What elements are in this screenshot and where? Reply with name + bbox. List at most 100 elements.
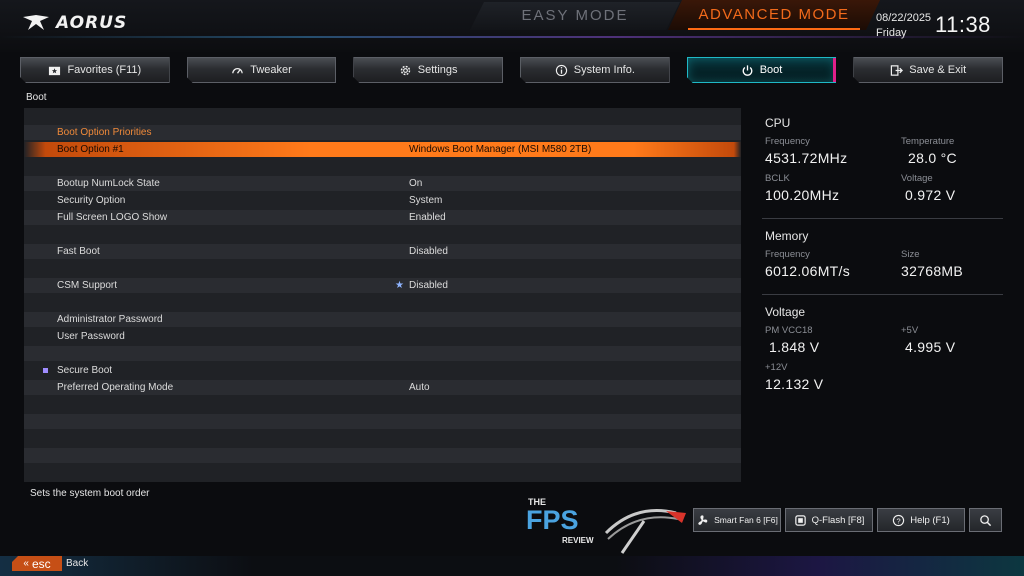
list-row-empty — [24, 227, 741, 242]
date-display: 08/22/2025 Friday — [876, 11, 931, 41]
logo-text: AORUS — [56, 13, 128, 33]
section-divider — [762, 218, 1003, 219]
list-row-empty — [24, 261, 741, 276]
boot-priorities-header: Boot Option Priorities — [24, 125, 741, 140]
star-icon: ★ — [395, 280, 404, 291]
qflash-label: Q-Flash [F8] — [811, 514, 865, 526]
preferred-mode-label: Preferred Operating Mode — [57, 382, 174, 393]
csm-support-value[interactable]: Disabled — [409, 278, 448, 293]
security-option-row[interactable]: Security Option System — [24, 193, 741, 208]
tab-tweaker[interactable]: Tweaker — [187, 57, 337, 83]
help-label: Help (F1) — [910, 514, 950, 526]
memory-frequency-value: 6012.06MT/s — [765, 263, 851, 279]
preferred-mode-value[interactable]: Auto — [409, 380, 430, 395]
clock-time: 11:38 — [935, 12, 991, 37]
list-row-empty — [24, 346, 741, 361]
cpu-section-title: CPU — [765, 116, 791, 130]
section-divider — [762, 294, 1003, 295]
search-button[interactable] — [969, 508, 1002, 532]
fast-boot-row[interactable]: Fast Boot Disabled — [24, 244, 741, 259]
memory-size-label: Size — [901, 249, 920, 260]
exit-icon — [890, 64, 903, 77]
list-row-empty — [24, 414, 741, 429]
cpu-bclk-label: BCLK — [765, 173, 790, 184]
memory-section-title: Memory — [765, 229, 809, 243]
submenu-bullet-icon — [43, 368, 48, 373]
user-password-row[interactable]: User Password — [24, 329, 741, 344]
double-chevron-left-icon: « — [23, 558, 29, 569]
qflash-button[interactable]: Q-Flash [F8] — [785, 508, 873, 532]
date-text: 08/22/2025 — [876, 12, 932, 24]
svg-text:?: ? — [897, 516, 901, 525]
aorus-eagle-icon — [23, 15, 49, 30]
security-option-value[interactable]: System — [409, 193, 442, 208]
csm-support-label: CSM Support — [57, 280, 118, 291]
full-screen-logo-row[interactable]: Full Screen LOGO Show Enabled — [24, 210, 741, 225]
boot-option-1-label: Boot Option #1 — [57, 144, 124, 155]
voltage-section-title: Voltage — [765, 305, 806, 319]
fan-icon — [698, 514, 708, 525]
tab-label: Favorites (F11) — [67, 64, 142, 76]
tab-label: Settings — [417, 64, 458, 76]
full-screen-logo-value[interactable]: Enabled — [409, 210, 446, 225]
list-row-empty — [24, 159, 741, 174]
fast-boot-value[interactable]: Disabled — [409, 244, 448, 259]
admin-password-label: Administrator Password — [57, 314, 163, 325]
search-icon — [980, 514, 992, 526]
security-option-label: Security Option — [57, 195, 126, 206]
tab-boot[interactable]: Boot — [687, 57, 837, 83]
admin-password-row[interactable]: Administrator Password — [24, 312, 741, 327]
tab-label: Tweaker — [250, 64, 292, 76]
tab-system-info[interactable]: System Info. — [520, 57, 670, 83]
v5-value: 4.995 V — [905, 339, 956, 355]
boot-option-1-row[interactable]: Boot Option #1 Windows Boot Manager (MSI… — [24, 142, 741, 157]
pm-vcc18-label: PM VCC18 — [765, 325, 813, 336]
cpu-voltage-label: Voltage — [901, 173, 933, 184]
memory-size-value: 32768MB — [901, 263, 964, 279]
help-button[interactable]: ? Help (F1) — [877, 508, 965, 532]
advanced-mode-button[interactable]: ADVANCED MODE — [668, 0, 880, 30]
v5-label: +5V — [901, 325, 919, 336]
pm-vcc18-value: 1.848 V — [769, 339, 820, 355]
memory-frequency-label: Frequency — [765, 249, 810, 260]
secure-boot-label: Secure Boot — [57, 365, 113, 376]
back-label: Back — [66, 558, 89, 569]
tab-favorites[interactable]: Favorites (F11) — [20, 57, 170, 83]
tab-label: Save & Exit — [909, 64, 967, 76]
smart-fan-label: Smart Fan 6 [F6] — [714, 515, 778, 525]
power-icon — [741, 64, 754, 77]
list-row-empty — [24, 448, 741, 463]
watermark-main-text: FPS — [526, 505, 579, 535]
preferred-mode-row[interactable]: Preferred Operating Mode Auto — [24, 380, 741, 395]
info-icon — [555, 64, 568, 77]
footer-light-streak — [0, 556, 1024, 576]
easy-mode-button[interactable]: EASY MODE — [470, 2, 680, 30]
list-row-empty — [24, 465, 741, 480]
csm-support-row[interactable]: CSM Support ★ Disabled — [24, 278, 741, 293]
smart-fan-button[interactable]: Smart Fan 6 [F6] — [693, 508, 781, 532]
header-light-streak — [0, 36, 1024, 38]
tab-save-exit[interactable]: Save & Exit — [853, 57, 1003, 83]
cpu-frequency-label: Frequency — [765, 136, 810, 147]
user-password-label: User Password — [57, 331, 125, 342]
numlock-row[interactable]: Bootup NumLock State On — [24, 176, 741, 191]
gear-icon — [399, 64, 412, 77]
v12-value: 12.132 V — [765, 376, 824, 392]
tab-label: Boot — [759, 64, 783, 76]
tab-label: System Info. — [573, 64, 635, 76]
esc-back-button[interactable]: « esc — [12, 556, 62, 571]
secure-boot-row[interactable]: Secure Boot — [24, 363, 741, 378]
fast-boot-label: Fast Boot — [57, 246, 100, 257]
boot-option-1-value[interactable]: Windows Boot Manager (MSI M580 2TB) — [409, 142, 591, 157]
cpu-temperature-label: Temperature — [901, 136, 955, 147]
aorus-logo: AORUS — [22, 12, 127, 34]
weekday-text: Friday — [876, 27, 907, 39]
cpu-bclk-value: 100.20MHz — [765, 187, 840, 203]
numlock-value[interactable]: On — [409, 176, 422, 191]
help-icon: ? — [893, 514, 905, 526]
tab-settings[interactable]: Settings — [353, 57, 503, 83]
cpu-voltage-value: 0.972 V — [905, 187, 956, 203]
list-row-empty — [24, 295, 741, 310]
item-help-text: Sets the system boot order — [30, 488, 150, 499]
full-screen-logo-label: Full Screen LOGO Show — [57, 212, 168, 223]
